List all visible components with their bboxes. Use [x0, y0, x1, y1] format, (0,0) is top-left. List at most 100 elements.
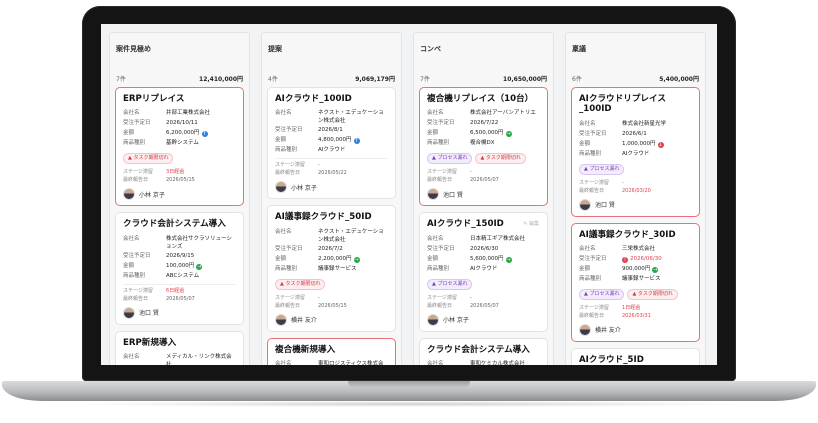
deal-title[interactable]: クラウド会計システム導入: [427, 345, 540, 355]
last-report-date: 最終報告日 2026/05/07: [427, 176, 540, 184]
process-missing-badge[interactable]: ▲ プロセス漏れ: [579, 163, 625, 175]
field-value-text: AIクラウド: [622, 150, 650, 157]
deal-title[interactable]: ERP新規導入: [123, 338, 236, 348]
card-list: 複合機リプレイス（10台） 会社名 株式会社アーバンアトリエ 受注予定日 2026/7/…: [414, 83, 553, 365]
field-label: 会社名: [275, 360, 292, 365]
field-value-text: 日本精工ギア株式会社: [470, 235, 526, 242]
trend-up-icon: ↑: [201, 131, 208, 138]
field-value: メディカル・リンク株式会社: [166, 352, 236, 365]
field-label: 会社名: [123, 110, 140, 117]
card-field: 会社名 日本精工ギア株式会社: [427, 234, 540, 244]
column-title: 案件見極め: [116, 45, 151, 53]
field-label: 商品種別: [579, 275, 602, 282]
field-value-text: 東和ケミカル株式会社: [470, 360, 525, 365]
field-value-text: ネクスト・エデュケーション株式会社: [318, 228, 384, 243]
report-value: 2026/05/22: [318, 170, 347, 177]
owner-name: 池口 賢: [443, 191, 463, 199]
pipeline-column: 提案 4件 9,069,179円 AIクラウド_100ID 会社名 ネクスト・エデュケーシ…: [261, 32, 402, 365]
last-report-date: 最終報告日 2026/05/15: [275, 302, 388, 310]
field-value-text: 5,600,000円: [470, 255, 504, 262]
deal-owner[interactable]: 小林 京子: [427, 313, 540, 326]
deal-title[interactable]: AIクラウド_5ID: [579, 355, 692, 365]
field-label: 金額: [123, 130, 135, 137]
deal-card[interactable]: クラウド会計システム導入会社名東和ケミカル株式会社受注予定日2026/6/15金…: [419, 337, 548, 365]
stage-stagnation: ステージ滞留 3日経過: [123, 168, 236, 176]
warning-icon: !: [622, 256, 628, 263]
field-value-text: 2026/6/1: [622, 130, 647, 137]
deal-owner[interactable]: 横井 友介: [579, 323, 692, 336]
field-label: 商品種別: [427, 265, 450, 272]
deal-card[interactable]: 複合機新規導入会社名東和ロジスティクス株式会社受注予定日: [267, 337, 396, 365]
stage-stagnation: ステージ滞留 -: [275, 294, 388, 302]
deal-count: 4件: [268, 76, 278, 83]
deal-title[interactable]: AI議事録クラウド_30ID: [579, 230, 692, 240]
laptop-shadow: [60, 401, 758, 407]
report-label: 最終報告日: [123, 177, 149, 184]
deal-owner[interactable]: 小林 京子: [275, 181, 388, 194]
deal-owner[interactable]: 小林 京子: [123, 188, 236, 201]
process-missing-badge[interactable]: ▲ プロセス漏れ: [427, 278, 473, 290]
deal-card[interactable]: ✎ 編集 AIクラウド_150ID 会社名 日本精工ギア株式会社 受注予定日 2026/6…: [419, 212, 548, 332]
stage-stagnation: ステージ滞留 -: [275, 161, 388, 169]
deal-title[interactable]: AIクラウド_100ID: [275, 94, 388, 104]
field-value: AIクラウド: [470, 264, 540, 274]
edit-hint[interactable]: ✎ 編集: [523, 220, 539, 227]
field-value: ABCシステム: [166, 271, 236, 281]
card-field: 商品種別 AIクラウド: [275, 145, 388, 155]
report-value: 2026/05/07: [166, 295, 195, 302]
deal-card[interactable]: 複合機リプレイス（10台） 会社名 株式会社アーバンアトリエ 受注予定日 2026/7/…: [419, 87, 548, 207]
column-total-amount: 12,410,000円: [199, 76, 243, 83]
laptop-screen: 案件見極め 7件 12,410,000円 ERPリプレイス 会社名 井部工業株式会社 受注予…: [101, 24, 717, 365]
card-field: 受注予定日 2026/9/15: [123, 251, 236, 261]
card-field: 受注予定日 2026/6/30: [427, 244, 540, 254]
field-label: 会社名: [123, 353, 140, 360]
deal-title[interactable]: 複合機新規導入: [275, 345, 388, 355]
task-overdue-badge[interactable]: ▲ タスク期限切れ: [123, 153, 174, 165]
owner-name: 小林 京子: [139, 191, 165, 199]
process-missing-badge[interactable]: ▲ プロセス漏れ: [579, 288, 625, 300]
field-value-text: 複合機DX: [470, 140, 495, 147]
deal-owner[interactable]: 横井 友介: [275, 313, 388, 326]
deal-title[interactable]: 複合機リプレイス（10台）: [427, 94, 540, 104]
task-overdue-badge[interactable]: ▲ タスク期限切れ: [475, 153, 526, 165]
card-field: 商品種別 ABCシステム: [123, 271, 236, 281]
deal-title[interactable]: AIクラウドリプレイス_100ID: [579, 94, 692, 115]
field-value: 100,000円 →: [166, 261, 236, 271]
field-value-text: 株式会社サクラソリューションズ: [166, 235, 232, 250]
alert-tags: ▲ タスク期限切れ: [275, 278, 388, 290]
field-value-text: ABCシステム: [166, 272, 200, 279]
deal-card[interactable]: AI議事録クラウド_50ID 会社名 ネクスト・エデュケーション株式会社 受注予定日 2…: [267, 205, 396, 332]
field-value: 2026/6/1: [622, 129, 692, 139]
deal-title[interactable]: ERPリプレイス: [123, 94, 236, 104]
deal-card[interactable]: クラウド会計システム導入 会社名 株式会社サクラソリューションズ 受注予定日 2026/…: [115, 212, 244, 325]
field-label: 会社名: [275, 110, 292, 117]
deal-card[interactable]: ERP新規導入会社名メディカル・リンク株式会社受注予定日2026/9/3金額10…: [115, 330, 244, 365]
field-label: 受注予定日: [427, 120, 455, 127]
trend-up-icon: ↑: [353, 138, 360, 145]
avatar: [427, 313, 439, 326]
task-overdue-badge[interactable]: ▲ タスク期限切れ: [627, 288, 678, 300]
field-value-text: 6,200,000円: [166, 130, 200, 137]
task-overdue-badge[interactable]: ▲ タスク期限切れ: [275, 278, 326, 290]
field-value-text: 三栄株式会社: [622, 245, 656, 252]
deal-card[interactable]: AIクラウド_5ID会社名有明フーズ株式会社受注予定日2026/6/13金額40…: [571, 347, 700, 365]
deal-card[interactable]: AIクラウドリプレイス_100ID 会社名 株式会社新星光学 受注予定日 2026/6/…: [571, 87, 700, 217]
deal-card[interactable]: ERPリプレイス 会社名 井部工業株式会社 受注予定日 2026/10/11 金額 6,20…: [115, 87, 244, 207]
stage-label: ステージ滞留: [579, 304, 609, 311]
field-value-text: 2026/9/15: [166, 252, 195, 259]
field-value: 6,500,000円 →: [470, 128, 540, 138]
column-total-amount: 5,400,000円: [659, 76, 699, 83]
deal-owner[interactable]: 池口 賢: [579, 198, 692, 211]
deal-owner[interactable]: 池口 賢: [123, 306, 236, 319]
deal-title[interactable]: AI議事録クラウド_50ID: [275, 212, 388, 222]
deal-card[interactable]: AI議事録クラウド_30ID 会社名 三栄株式会社 受注予定日! 2026/06/30 金…: [571, 222, 700, 342]
deal-title[interactable]: クラウド会計システム導入: [123, 219, 236, 229]
stage-label: ステージ滞留: [579, 179, 609, 186]
card-field: 商品種別 複合機DX: [427, 138, 540, 148]
field-label: 商品種別: [123, 272, 146, 279]
field-value: AIクラウド: [318, 145, 388, 155]
process-missing-badge[interactable]: ▲ プロセス漏れ: [427, 153, 473, 165]
deal-owner[interactable]: 池口 賢: [427, 188, 540, 201]
trend-right-icon: →: [505, 256, 512, 263]
deal-card[interactable]: AIクラウド_100ID 会社名 ネクスト・エデュケーション株式会社 受注予定日 202…: [267, 87, 396, 200]
